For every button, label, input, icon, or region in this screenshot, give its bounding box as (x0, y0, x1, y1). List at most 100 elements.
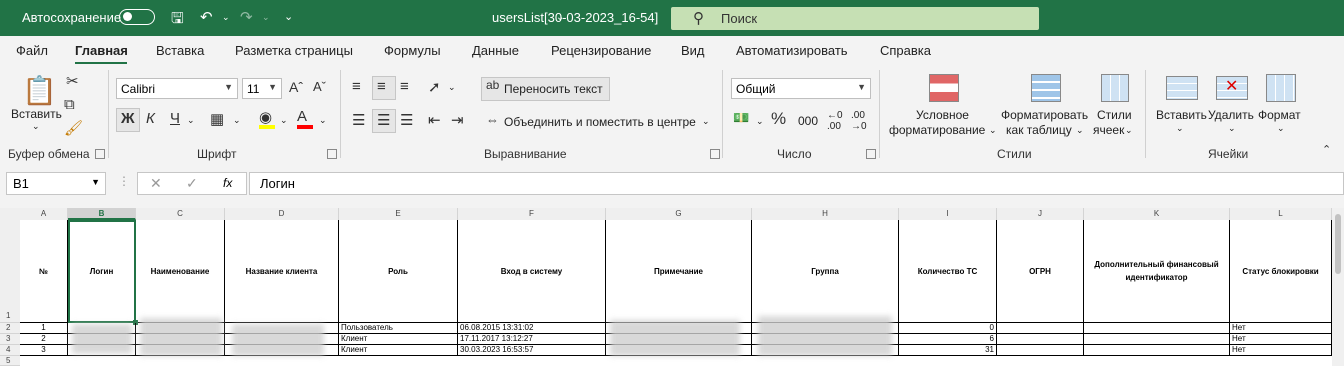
delete-cells-label[interactable]: Удалить (1208, 108, 1254, 122)
format-cells-label[interactable]: Формат (1258, 108, 1301, 122)
borders-dropdown-icon[interactable]: ⌄ (233, 115, 241, 126)
cell-styles-label-1[interactable]: Стили (1097, 108, 1132, 122)
cell-ogrn[interactable] (997, 323, 1084, 334)
column-header-f[interactable]: F (458, 208, 606, 220)
format-cells-icon[interactable] (1266, 74, 1296, 102)
cancel-icon[interactable]: ✕ (150, 175, 162, 192)
tab-file[interactable]: Файл (16, 43, 48, 58)
header-cell-login[interactable]: Логин (68, 220, 136, 323)
delete-cells-icon[interactable]: ✕ (1216, 76, 1248, 100)
header-cell-role[interactable]: Роль (339, 220, 458, 323)
format-as-table-dropdown-icon[interactable]: ⌄ (1076, 125, 1084, 136)
column-header-a[interactable]: A (20, 208, 68, 220)
search-box[interactable]: ⚲ Поиск (671, 7, 1039, 30)
paste-dropdown-icon[interactable]: ⌄ (32, 121, 40, 132)
column-header-h[interactable]: H (752, 208, 899, 220)
delete-dropdown-icon[interactable]: ⌄ (1228, 123, 1236, 134)
format-painter-icon[interactable]: 🖌 (64, 119, 83, 137)
increase-decimal-icon[interactable]: ←0.00 (827, 110, 843, 132)
header-cell-client-name[interactable]: Название клиента (225, 220, 339, 323)
tab-insert[interactable]: Вставка (156, 43, 204, 58)
font-dialog-launcher-icon[interactable] (327, 149, 337, 159)
align-right-icon[interactable]: ☰ (400, 111, 413, 129)
insert-cells-icon[interactable] (1166, 76, 1198, 100)
font-size-select[interactable]: 11 ▼ (242, 78, 282, 99)
orientation-dropdown-icon[interactable]: ⌄ (448, 82, 456, 93)
align-top-icon[interactable]: ≡ (352, 78, 361, 95)
select-all-button[interactable] (0, 208, 21, 220)
paste-icon[interactable]: 📋 (22, 74, 57, 107)
name-box[interactable]: B1 ▼ (6, 172, 106, 195)
formula-input[interactable]: Логин (249, 172, 1344, 195)
header-cell-login-time[interactable]: Вход в систему (458, 220, 606, 323)
header-cell-financial-id[interactable]: Дополнительный финансовый идентификатор (1084, 220, 1230, 323)
column-header-d[interactable]: D (225, 208, 339, 220)
merge-dropdown-icon[interactable]: ⌄ (702, 116, 710, 127)
column-header-l[interactable]: L (1230, 208, 1332, 220)
format-as-table-label-1[interactable]: Форматировать (1001, 108, 1088, 122)
row-header-2[interactable]: 2 (0, 323, 20, 334)
increase-font-size-icon[interactable]: Aˆ (289, 79, 303, 95)
cell-number[interactable]: 1 (20, 323, 68, 334)
decrease-decimal-icon[interactable]: .00 →0 (851, 110, 867, 132)
redo-icon[interactable]: ↷ (240, 8, 253, 26)
redo-dropdown-icon[interactable]: ⌄ (262, 12, 270, 23)
thousands-separator-button[interactable]: 000 (798, 114, 818, 128)
row-header-4[interactable]: 4 (0, 345, 20, 356)
format-dropdown-icon[interactable]: ⌄ (1277, 123, 1285, 134)
tab-help[interactable]: Справка (880, 43, 931, 58)
enter-icon[interactable]: ✓ (186, 175, 198, 192)
cell-login-time[interactable]: 17.11.2017 13:12:27 (458, 334, 606, 345)
cell-block-status[interactable]: Нет (1230, 323, 1332, 334)
merge-center-label[interactable]: Объединить и поместить в центре (504, 115, 696, 129)
underline-dropdown-icon[interactable]: ⌄ (187, 115, 195, 126)
number-format-select[interactable]: Общий ▼ (731, 78, 871, 99)
cell-block-status[interactable]: Нет (1230, 334, 1332, 345)
more-icon[interactable]: ⋮ (118, 174, 130, 188)
decrease-indent-icon[interactable]: ⇤ (428, 111, 441, 129)
cell-login-time[interactable]: 06.08.2015 13:31:02 (458, 323, 606, 334)
conditional-formatting-label-1[interactable]: Условное (916, 108, 969, 122)
cell-block-status[interactable]: Нет (1230, 345, 1332, 356)
font-color-icon[interactable]: A (297, 108, 307, 125)
cell-vehicle-count[interactable]: 31 (899, 345, 997, 356)
cell-login-time[interactable]: 30.03.2023 16:53:57 (458, 345, 606, 356)
cell-financial-id[interactable] (1084, 334, 1230, 345)
row-header-3[interactable]: 3 (0, 334, 20, 345)
column-header-i[interactable]: I (899, 208, 997, 220)
cut-icon[interactable]: ✂ (66, 72, 79, 90)
number-dialog-launcher-icon[interactable] (866, 149, 876, 159)
cell-role[interactable]: Пользователь (339, 323, 458, 334)
row-header-5[interactable]: 5 (0, 356, 20, 366)
fill-color-dropdown-icon[interactable]: ⌄ (280, 115, 288, 126)
document-title[interactable]: usersList[30-03-2023_16-54] (492, 10, 658, 25)
row-header-1[interactable]: 1 (0, 220, 20, 323)
cell-ogrn[interactable] (997, 345, 1084, 356)
header-cell-block-status[interactable]: Статус блокировки (1230, 220, 1332, 323)
tab-page-layout[interactable]: Разметка страницы (235, 43, 353, 58)
tab-home[interactable]: Главная (75, 43, 128, 58)
alignment-dialog-launcher-icon[interactable] (710, 149, 720, 159)
header-cell-note[interactable]: Примечание (606, 220, 752, 323)
customize-toolbar-icon[interactable]: ⌄ (284, 10, 293, 23)
column-header-j[interactable]: J (997, 208, 1084, 220)
vertical-scrollbar[interactable] (1332, 208, 1344, 366)
column-header-g[interactable]: G (606, 208, 752, 220)
cell-styles-dropdown-icon[interactable]: ⌄ (1125, 125, 1133, 136)
cell-number[interactable]: 3 (20, 345, 68, 356)
header-cell-group[interactable]: Группа (752, 220, 899, 323)
conditional-formatting-dropdown-icon[interactable]: ⌄ (989, 125, 997, 136)
header-cell-ogrn[interactable]: ОГРН (997, 220, 1084, 323)
currency-dropdown-icon[interactable]: ⌄ (756, 116, 764, 127)
cell-vehicle-count[interactable]: 6 (899, 334, 997, 345)
copy-icon[interactable]: ⧉ (64, 96, 75, 113)
cell-role[interactable]: Клиент (339, 345, 458, 356)
column-header-b[interactable]: B (68, 208, 136, 220)
format-as-table-icon[interactable] (1031, 74, 1061, 102)
tab-review[interactable]: Рецензирование (551, 43, 651, 58)
cell-role[interactable]: Клиент (339, 334, 458, 345)
autosave-toggle[interactable] (119, 9, 155, 25)
fill-color-icon[interactable]: ◉ (259, 108, 272, 126)
align-left-icon[interactable]: ☰ (352, 111, 365, 129)
align-bottom-icon[interactable]: ≡ (400, 78, 409, 95)
